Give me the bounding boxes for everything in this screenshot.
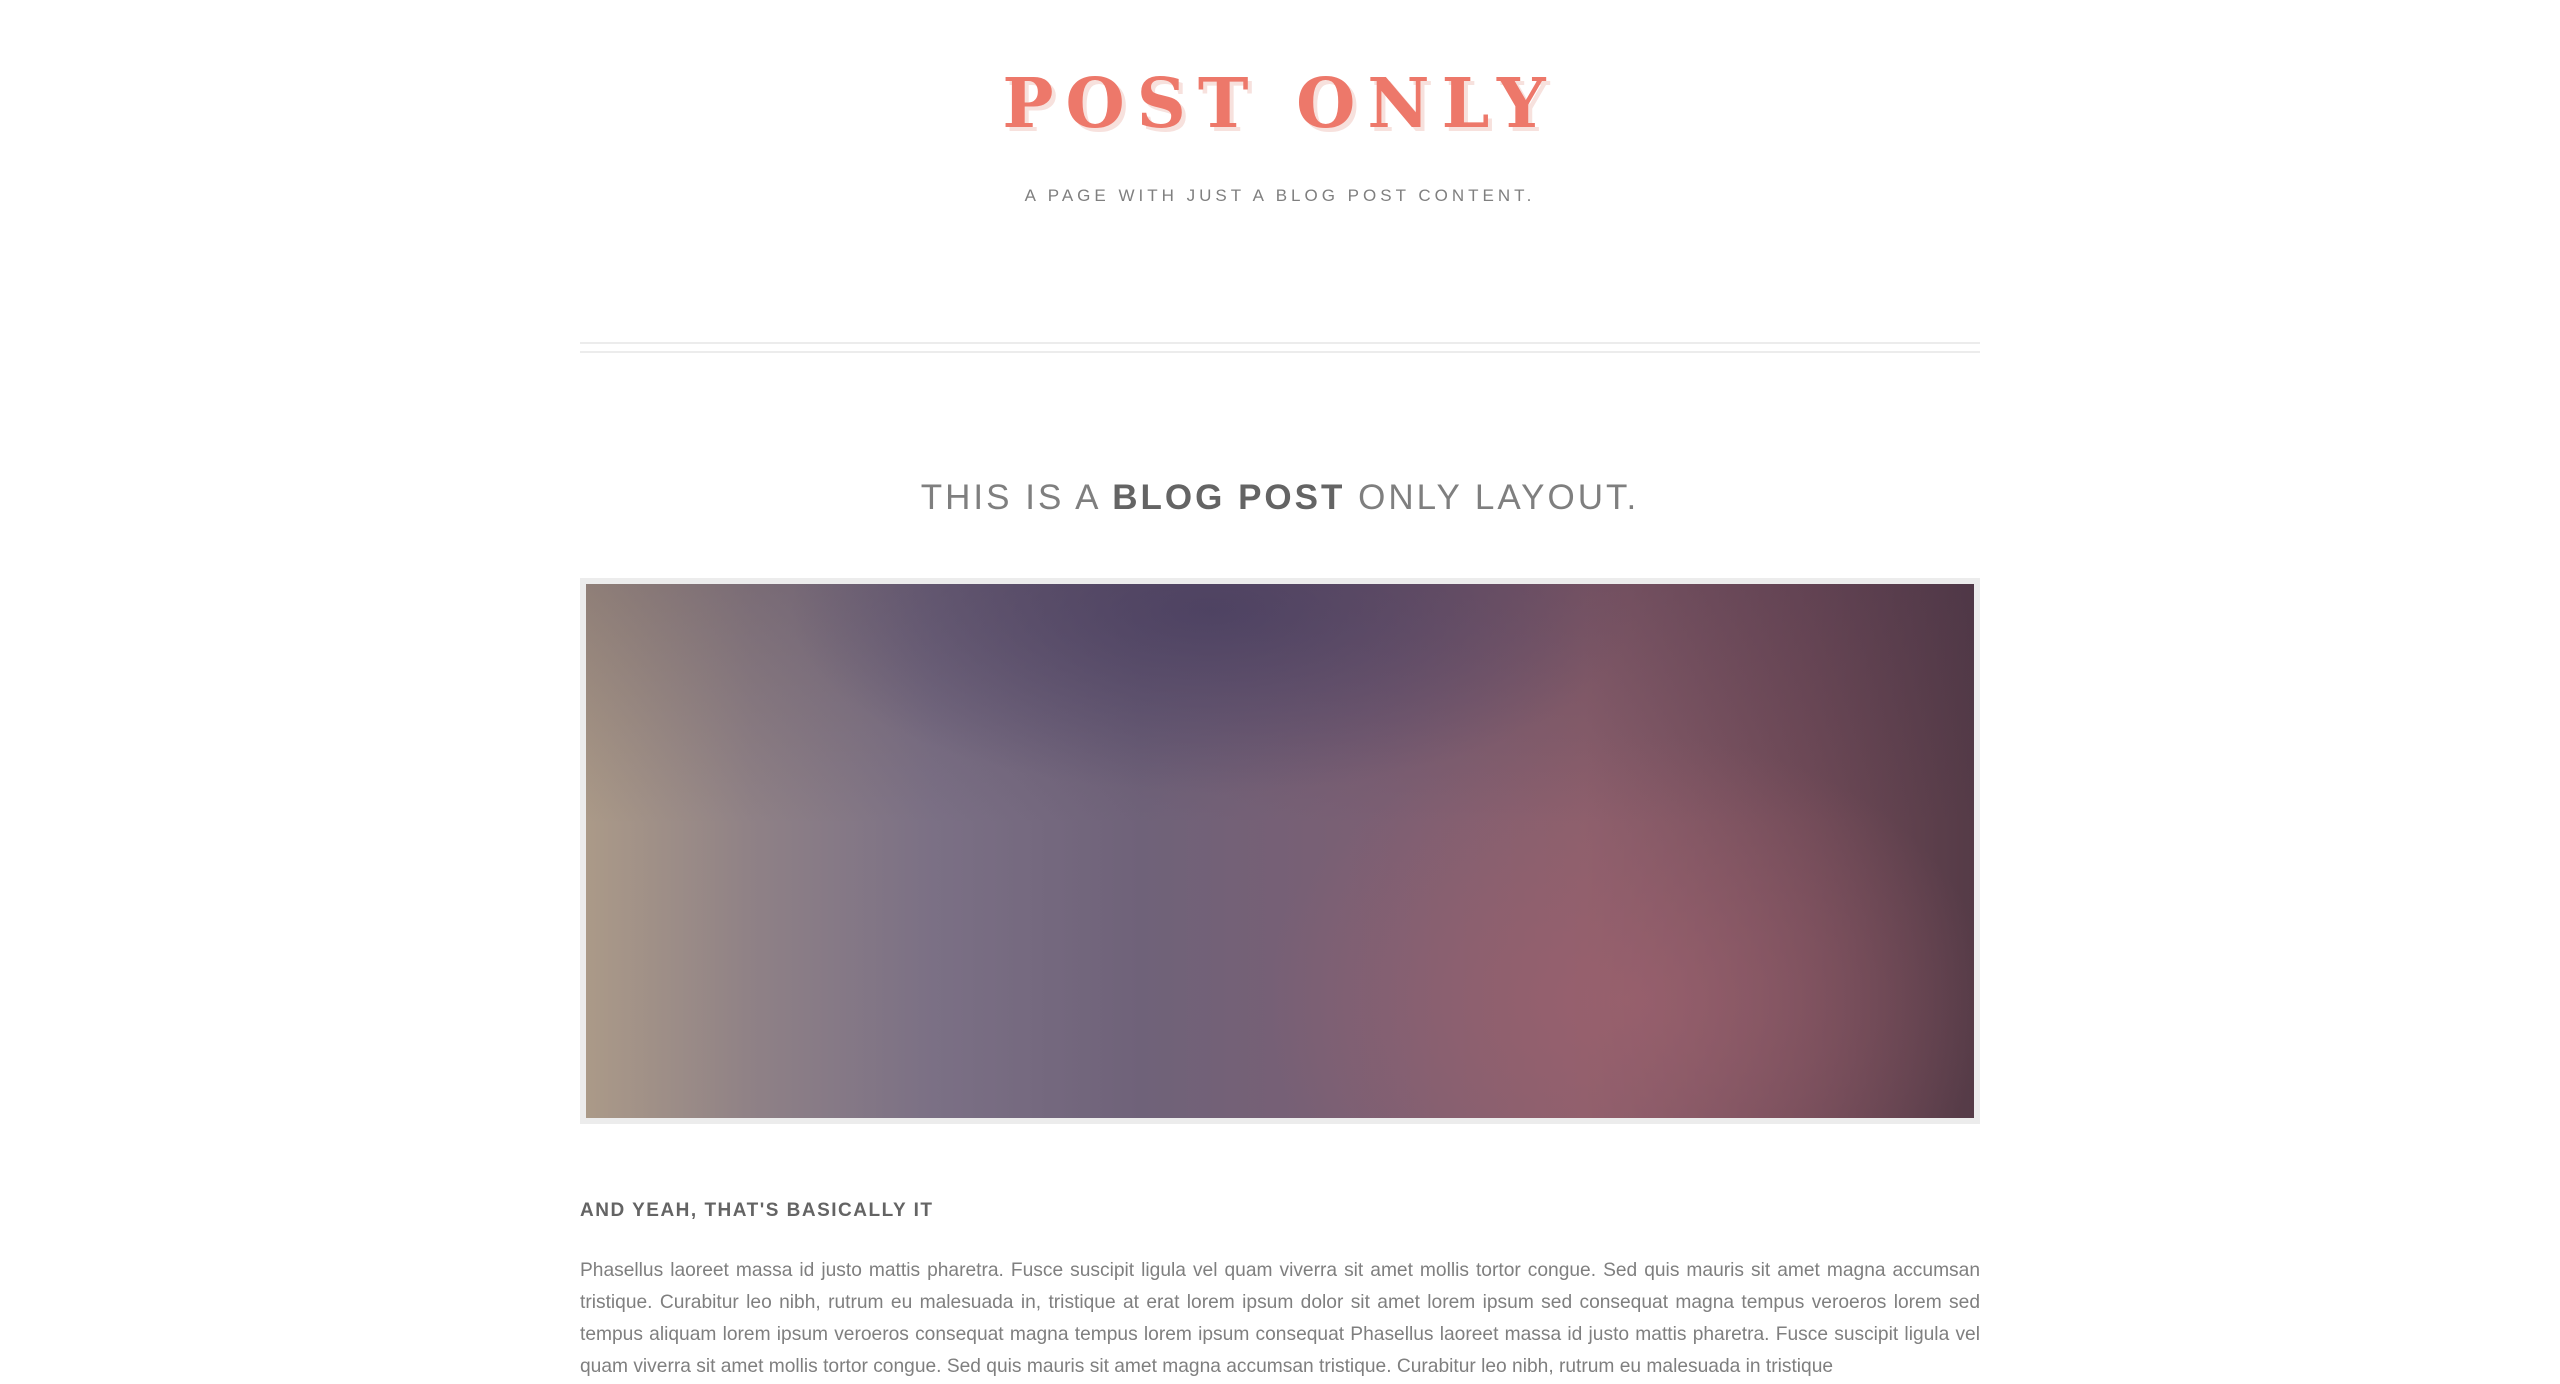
site-title[interactable]: POST ONLY (0, 70, 2560, 138)
header-divider-top (580, 342, 1980, 344)
post-title-suffix: ONLY LAYOUT. (1358, 478, 1640, 517)
page: POST ONLY A PAGE WITH JUST A BLOG POST C… (0, 0, 2560, 1384)
featured-image-frame (580, 578, 1980, 1124)
featured-image (586, 584, 1974, 1118)
header-divider-bottom (580, 351, 1980, 353)
post-title-emphasis: BLOG POST (1112, 478, 1346, 517)
post-title-prefix: THIS IS A (920, 478, 1100, 517)
post-body-paragraph: Phasellus laoreet massa id justo mattis … (580, 1260, 1980, 1377)
section-heading: AND YEAH, THAT'S BASICALLY IT (580, 1200, 934, 1221)
site-tagline: A PAGE WITH JUST A BLOG POST CONTENT. (1024, 186, 1536, 205)
post-title: THIS IS A BLOG POST ONLY LAYOUT. (0, 478, 2560, 518)
